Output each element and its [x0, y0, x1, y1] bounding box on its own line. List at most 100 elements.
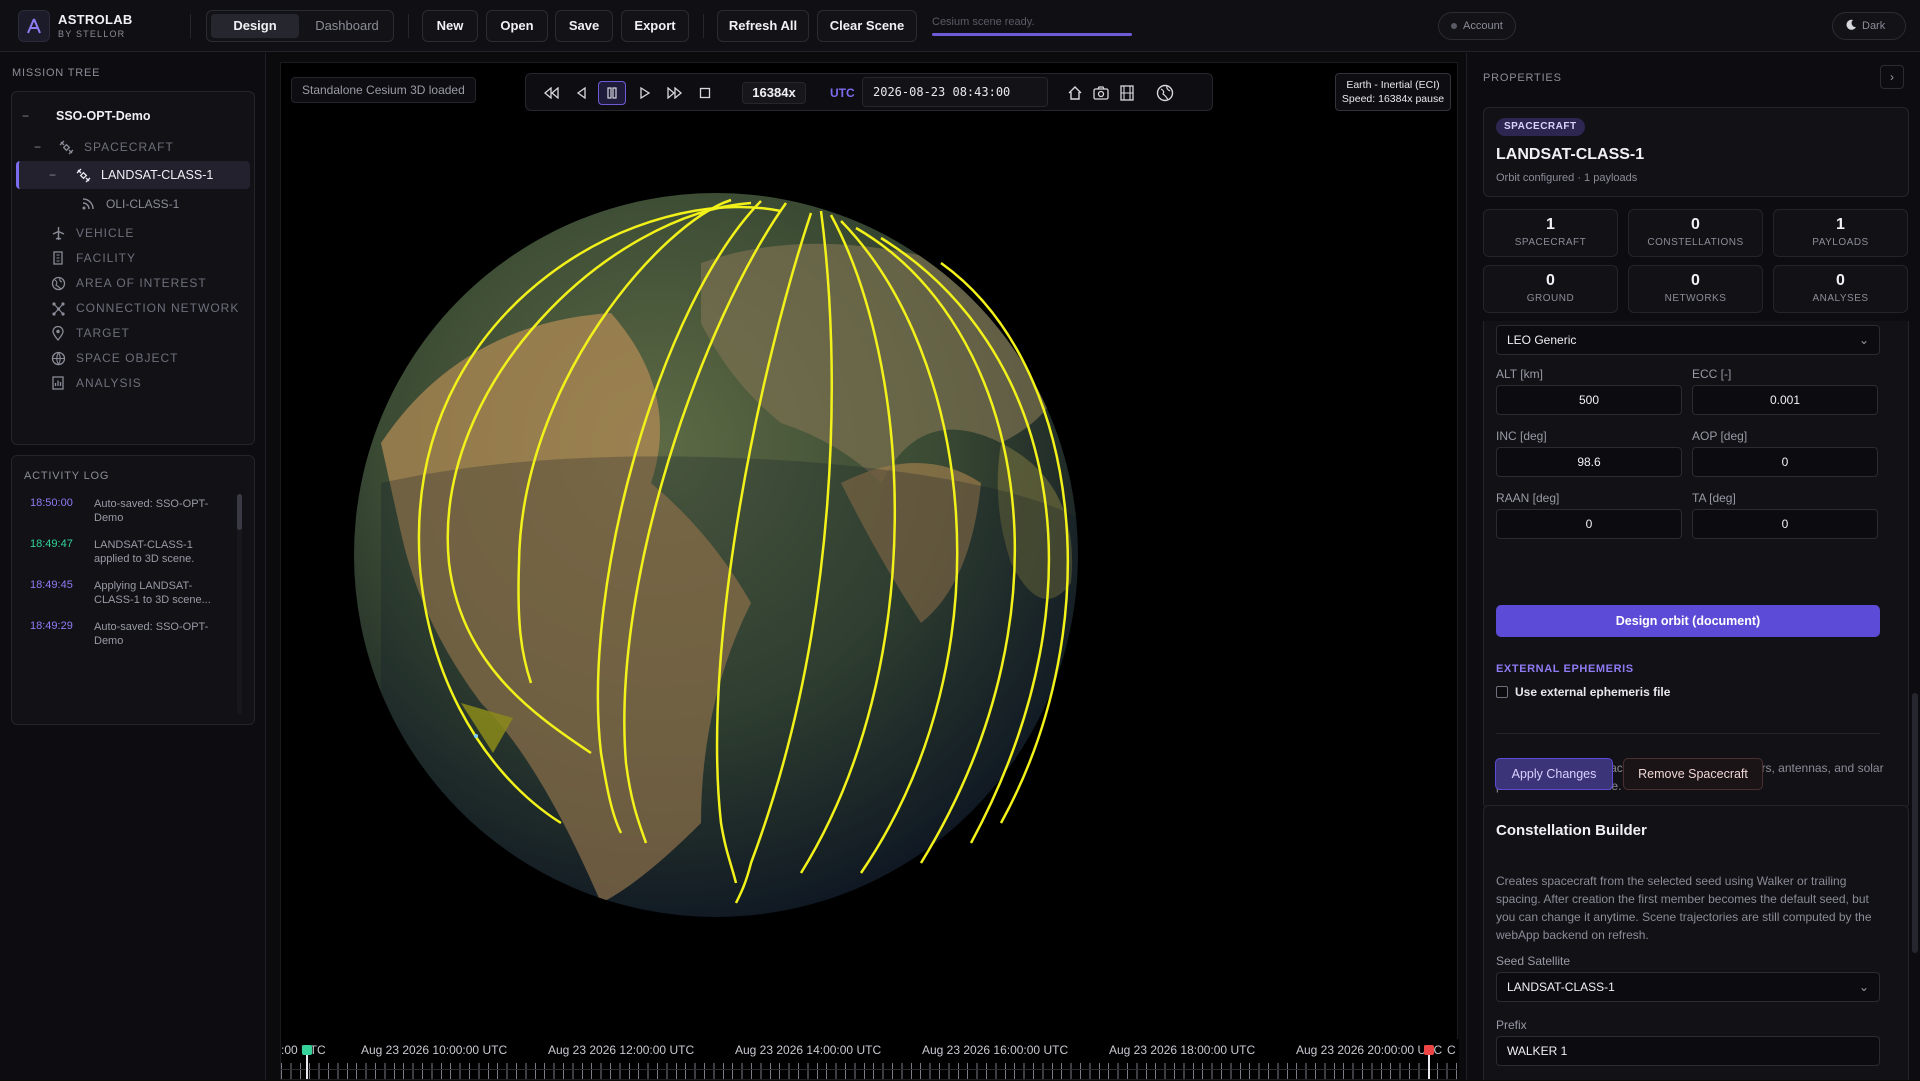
theme-toggle[interactable]: Dark: [1832, 12, 1906, 40]
stat-label: GROUND: [1526, 293, 1575, 304]
orbit-template-select[interactable]: LEO Generic ⌄: [1496, 325, 1880, 355]
home-icon[interactable]: [1062, 81, 1088, 105]
tree-item-area-of-interest[interactable]: AREA OF INTEREST: [12, 269, 254, 297]
open-button[interactable]: Open: [486, 10, 548, 42]
report-chart-icon: [50, 375, 66, 391]
brand: ASTROLAB BY STELLOR: [58, 12, 133, 39]
spacecraft-name: LANDSAT-CLASS-1: [1496, 146, 1645, 163]
log-entry: 18:49:29 Auto-saved: SSO-OPT-Demo: [30, 620, 230, 648]
dashboard-tab[interactable]: Dashboard: [303, 14, 391, 38]
cesium-viewer[interactable]: Standalone Cesium 3D loaded 16384x UTC 2…: [280, 62, 1459, 1081]
theme-label: Dark: [1862, 20, 1886, 32]
viewer-status-label: Standalone Cesium 3D loaded: [291, 77, 476, 103]
pause-icon[interactable]: [598, 81, 626, 105]
log-entry: 18:50:00 Auto-saved: SSO-OPT-Demo: [30, 497, 230, 525]
aop-input[interactable]: 0: [1692, 447, 1878, 477]
orbit-editor-card: LEO Generic ⌄ ALT [km] 500 ECC [-] 0.001 …: [1483, 321, 1909, 809]
tree-item-oli-class-1[interactable]: OLI-CLASS-1: [12, 190, 254, 218]
step-back-icon[interactable]: [568, 81, 594, 105]
export-button[interactable]: Export: [621, 10, 689, 42]
log-entry: 18:49:47 LANDSAT-CLASS-1 applied to 3D sc…: [30, 538, 230, 566]
stat-value: 0: [1836, 272, 1845, 289]
status-text: Cesium scene ready.: [932, 16, 1035, 28]
tree-item-analysis[interactable]: ANALYSIS: [12, 369, 254, 397]
tree-item-spacecraft[interactable]: − SPACECRAFT: [12, 133, 254, 161]
refresh-all-button[interactable]: Refresh All: [717, 10, 809, 42]
camera-icon[interactable]: [1088, 81, 1114, 105]
clear-scene-button[interactable]: Clear Scene: [817, 10, 917, 42]
datetime-input[interactable]: 2026-08-23 08:43:00: [862, 77, 1048, 107]
timeline-axis: [281, 1069, 1457, 1079]
tree-item-label: VEHICLE: [76, 226, 135, 240]
stat-label: CONSTELLATIONS: [1647, 237, 1744, 248]
stat-networks: 0 NETWORKS: [1628, 265, 1763, 313]
save-button[interactable]: Save: [555, 10, 613, 42]
constellation-description: Creates spacecraft from the selected see…: [1496, 874, 1872, 942]
external-ephemeris-checkbox[interactable]: Use external ephemeris file: [1496, 685, 1670, 699]
prefix-input[interactable]: WALKER 1: [1496, 1036, 1880, 1066]
properties-scrollbar[interactable]: [1912, 693, 1918, 953]
app-subtitle: BY STELLOR: [58, 29, 126, 39]
mission-tree-title: MISSION TREE: [12, 67, 101, 79]
timeline-end-marker-icon[interactable]: [1423, 1043, 1435, 1079]
divider: [1496, 733, 1880, 734]
divider: [408, 14, 409, 38]
map-pin-icon: [50, 325, 66, 341]
seed-satellite-select[interactable]: LANDSAT-CLASS-1 ⌄: [1496, 972, 1880, 1002]
tree-root[interactable]: − SSO-OPT-Demo: [12, 102, 254, 130]
frame-speed: Speed: 16384x pause: [1341, 93, 1445, 105]
speed-readout[interactable]: 16384x: [742, 82, 806, 104]
tree-item-label: AREA OF INTEREST: [76, 276, 207, 290]
timeline-label: Aug 23 2026 14:00:00 UTC: [735, 1043, 882, 1057]
timeline-start-marker-icon[interactable]: [301, 1043, 313, 1079]
log-message: LANDSAT-CLASS-1 applied to 3D scene.: [94, 539, 195, 565]
ta-input[interactable]: 0: [1692, 509, 1878, 539]
earth-land: [381, 243, 1078, 917]
log-scrollbar[interactable]: [237, 494, 242, 714]
log-time: 18:49:29: [30, 620, 73, 632]
tree-item-connection-network[interactable]: CONNECTION NETWORK: [12, 294, 254, 322]
collapse-icon[interactable]: −: [22, 109, 34, 123]
inc-input[interactable]: 98.6: [1496, 447, 1682, 477]
log-entry: 18:49:45 Applying LANDSAT-CLASS-1 to 3D s…: [30, 579, 230, 607]
account-status-dot-icon: [1451, 23, 1457, 29]
stop-icon[interactable]: [692, 81, 718, 105]
timeline[interactable]: :00 UTC Aug 23 2026 10:00:00 UTC Aug 23 …: [281, 1039, 1459, 1079]
fast-rewind-icon[interactable]: [538, 81, 564, 105]
satellite-marker[interactable]: [474, 734, 478, 738]
tree-item-vehicle[interactable]: VEHICLE: [12, 219, 254, 247]
ecc-input[interactable]: 0.001: [1692, 385, 1878, 415]
play-icon[interactable]: [632, 81, 658, 105]
tree-item-target[interactable]: TARGET: [12, 319, 254, 347]
new-button[interactable]: New: [422, 10, 478, 42]
globe-view-icon[interactable]: [1152, 81, 1178, 105]
tree-item-space-object[interactable]: SPACE OBJECT: [12, 344, 254, 372]
tree-item-facility[interactable]: FACILITY: [12, 244, 254, 272]
activity-log-title: ACTIVITY LOG: [24, 470, 110, 482]
design-orbit-button[interactable]: Design orbit (document): [1496, 605, 1880, 637]
seed-satellite-value: LANDSAT-CLASS-1: [1507, 980, 1615, 994]
collapse-panel-chevron-right-icon[interactable]: ›: [1880, 65, 1904, 89]
fast-forward-icon[interactable]: [662, 81, 688, 105]
collapse-icon[interactable]: −: [49, 168, 61, 182]
astrolab-logo-icon: [18, 10, 50, 42]
design-tab[interactable]: Design: [211, 14, 299, 38]
checkbox-icon[interactable]: [1496, 686, 1508, 698]
globe-scene[interactable]: [281, 63, 1459, 1081]
tree-item-landsat-class-1[interactable]: − LANDSAT-CLASS-1: [16, 161, 250, 189]
account-button[interactable]: Account: [1438, 12, 1516, 40]
ecc-label: ECC [-]: [1692, 367, 1732, 381]
apply-changes-button[interactable]: Apply Changes: [1495, 758, 1613, 790]
tree-item-label: OLI-CLASS-1: [106, 197, 180, 211]
tree-item-label: FACILITY: [76, 251, 137, 265]
log-time: 18:50:00: [30, 497, 73, 509]
remove-spacecraft-button[interactable]: Remove Spacecraft: [1623, 758, 1763, 790]
log-message: Auto-saved: SSO-OPT-Demo: [94, 498, 209, 524]
raan-input[interactable]: 0: [1496, 509, 1682, 539]
airplane-icon: [50, 225, 66, 241]
alt-input[interactable]: 500: [1496, 385, 1682, 415]
utc-label: UTC: [830, 86, 855, 100]
collapse-icon[interactable]: −: [34, 140, 46, 154]
film-icon[interactable]: [1114, 81, 1140, 105]
log-scrollbar-thumb[interactable]: [237, 494, 242, 530]
